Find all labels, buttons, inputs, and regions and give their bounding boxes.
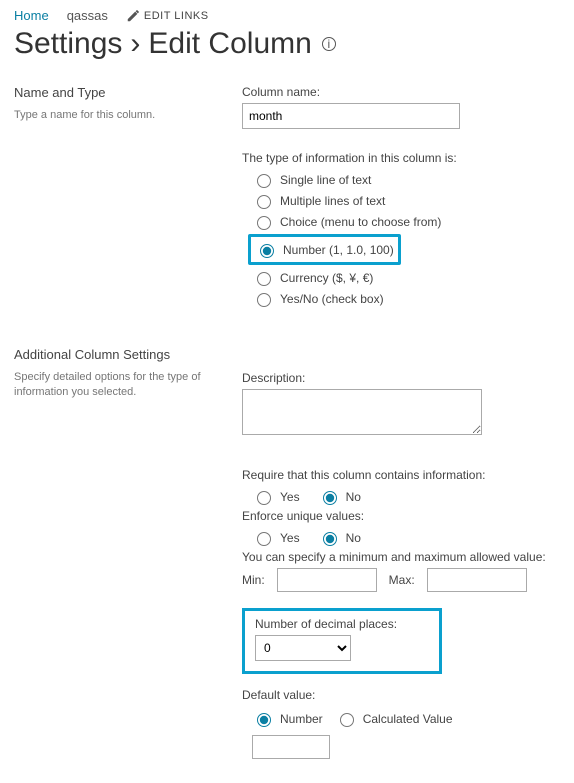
min-input[interactable] [277, 568, 377, 592]
default-value-group: Number Calculated Value [252, 706, 560, 731]
nav-crumb[interactable]: qassas [67, 8, 108, 23]
title-settings: Settings [14, 27, 122, 61]
edit-links-button[interactable]: EDIT LINKS [126, 9, 209, 23]
section-name-type-heading: Name and Type [14, 85, 224, 100]
form-area: Name and Type Type a name for this colum… [0, 75, 574, 783]
type-multi-line-label: Multiple lines of text [280, 194, 385, 208]
default-value-input[interactable] [252, 735, 330, 759]
default-number-label: Number [280, 712, 323, 726]
require-no[interactable]: No [318, 488, 361, 505]
type-number-radio[interactable] [260, 244, 274, 258]
default-calculated[interactable]: Calculated Value [335, 710, 453, 727]
type-yesno-radio[interactable] [257, 293, 271, 307]
default-calculated-radio[interactable] [340, 713, 354, 727]
default-number[interactable]: Number [252, 710, 323, 727]
title-edit-column: Edit Column [148, 27, 311, 61]
require-label: Require that this column contains inform… [242, 468, 560, 482]
type-single-line-label: Single line of text [280, 173, 371, 187]
type-choice-label: Choice (menu to choose from) [280, 215, 441, 229]
column-name-label: Column name: [242, 85, 560, 99]
description-label: Description: [242, 371, 560, 385]
default-value-label: Default value: [242, 688, 560, 702]
info-icon[interactable]: i [322, 37, 336, 51]
type-choice-radio[interactable] [257, 216, 271, 230]
type-currency-radio[interactable] [257, 272, 271, 286]
decimal-highlight: Number of decimal places: 0 [242, 608, 442, 674]
type-single-line[interactable]: Single line of text [252, 171, 560, 188]
decimal-label: Number of decimal places: [255, 617, 429, 631]
type-choice[interactable]: Choice (menu to choose from) [252, 213, 560, 230]
type-number[interactable]: Number (1, 1.0, 100) [255, 241, 394, 258]
max-label: Max: [389, 573, 415, 587]
unique-label: Enforce unique values: [242, 509, 560, 523]
unique-yes-radio[interactable] [257, 532, 271, 546]
type-multi-line-radio[interactable] [257, 195, 271, 209]
edit-links-label: EDIT LINKS [144, 10, 209, 22]
type-multi-line[interactable]: Multiple lines of text [252, 192, 560, 209]
column-name-input[interactable] [242, 103, 460, 129]
require-yes-label: Yes [280, 490, 300, 504]
section-additional-help: Specify detailed options for the type of… [14, 370, 204, 400]
minmax-row: Min: Max: [242, 568, 560, 592]
unique-group: Yes No [252, 529, 560, 546]
type-yesno[interactable]: Yes/No (check box) [252, 290, 560, 307]
type-yesno-label: Yes/No (check box) [280, 292, 384, 306]
default-calculated-label: Calculated Value [363, 712, 453, 726]
page-title: Settings › Edit Column i [14, 27, 574, 61]
unique-yes[interactable]: Yes [252, 529, 300, 546]
max-input[interactable] [427, 568, 527, 592]
require-group: Yes No [252, 488, 560, 505]
unique-yes-label: Yes [280, 531, 300, 545]
type-currency-label: Currency ($, ¥, €) [280, 271, 373, 285]
require-yes[interactable]: Yes [252, 488, 300, 505]
type-prompt: The type of information in this column i… [242, 151, 560, 165]
pencil-icon [126, 9, 140, 23]
minmax-label: You can specify a minimum and maximum al… [242, 550, 560, 564]
type-currency[interactable]: Currency ($, ¥, €) [252, 269, 560, 286]
column-type-group: Single line of text Multiple lines of te… [252, 171, 560, 307]
min-label: Min: [242, 573, 265, 587]
require-no-label: No [346, 490, 361, 504]
type-number-label: Number (1, 1.0, 100) [283, 243, 394, 257]
require-yes-radio[interactable] [257, 491, 271, 505]
unique-no[interactable]: No [318, 529, 361, 546]
unique-no-label: No [346, 531, 361, 545]
top-nav: Home qassas EDIT LINKS [0, 0, 574, 27]
nav-home[interactable]: Home [14, 8, 49, 23]
unique-no-radio[interactable] [323, 532, 337, 546]
section-name-type-help: Type a name for this column. [14, 108, 204, 123]
default-number-radio[interactable] [257, 713, 271, 727]
right-column: Column name: The type of information in … [242, 75, 560, 759]
decimal-select[interactable]: 0 [255, 635, 351, 661]
type-single-line-radio[interactable] [257, 174, 271, 188]
type-number-highlight: Number (1, 1.0, 100) [248, 234, 401, 265]
section-additional-heading: Additional Column Settings [14, 347, 224, 362]
left-column: Name and Type Type a name for this colum… [14, 75, 224, 759]
description-textarea[interactable] [242, 389, 482, 435]
require-no-radio[interactable] [323, 491, 337, 505]
breadcrumb-separator: › [130, 27, 140, 61]
